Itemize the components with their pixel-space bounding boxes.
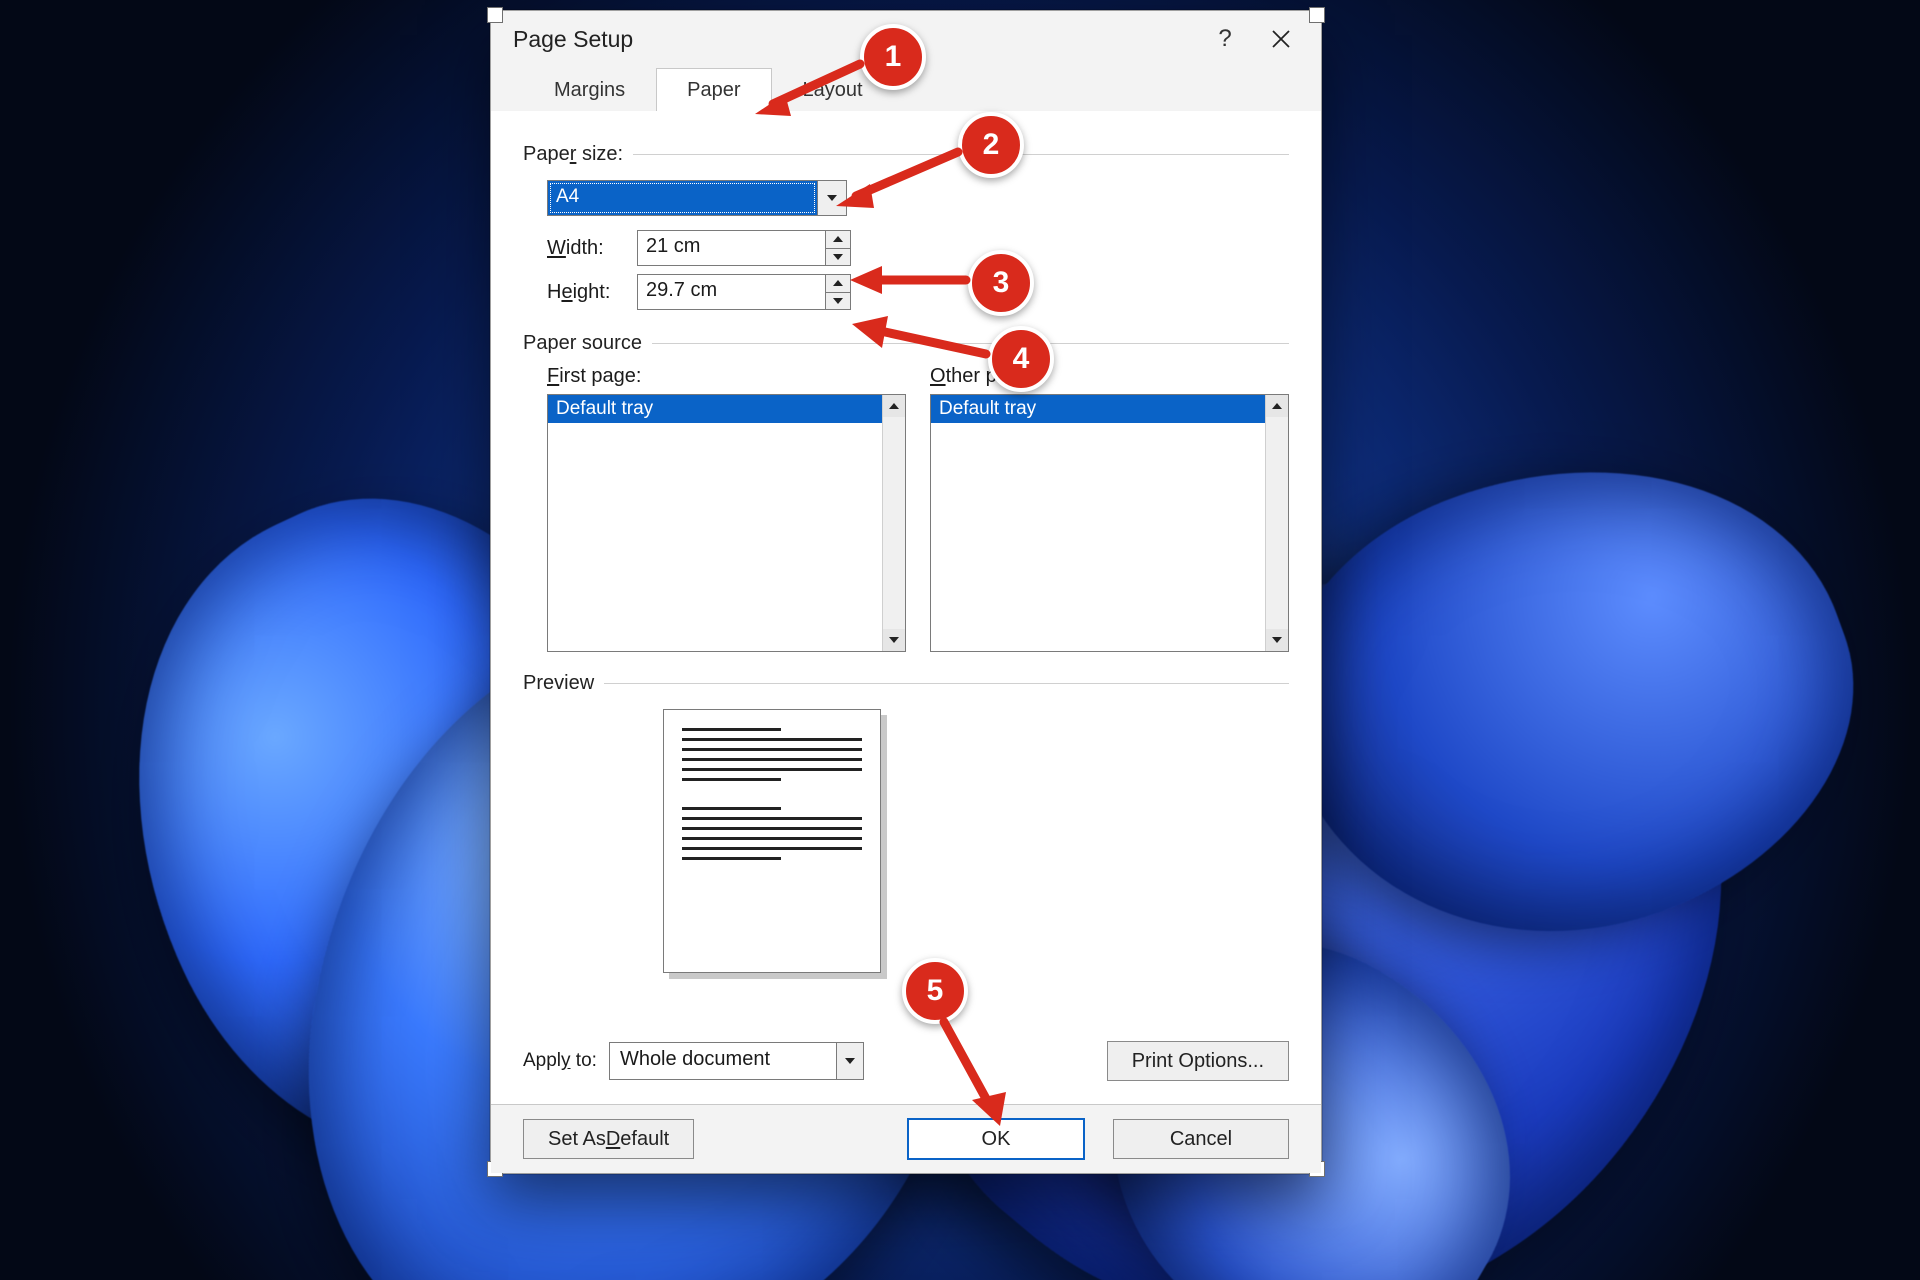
caret-up-icon: [833, 280, 843, 286]
caret-down-icon: [833, 254, 843, 260]
scroll-up-icon: [1272, 403, 1282, 409]
set-as-default-button[interactable]: Set As Default: [523, 1119, 694, 1159]
close-icon: [1272, 30, 1290, 48]
width-spinner[interactable]: 21 cm: [637, 230, 851, 266]
scroll-down-icon: [889, 637, 899, 643]
other-pages-label: Other pages:: [930, 365, 1289, 388]
apply-to-value: Whole document: [610, 1043, 836, 1079]
dialog-body: Paper size: A4 Width: 21 cm Height:: [491, 111, 1321, 1173]
first-page-scrollbar[interactable]: [882, 395, 905, 651]
other-pages-item-selected[interactable]: Default tray: [931, 395, 1288, 423]
dialog-titlebar: Page Setup ?: [491, 11, 1321, 67]
scroll-up-icon: [889, 403, 899, 409]
paper-size-combo[interactable]: A4: [547, 180, 847, 216]
width-value[interactable]: 21 cm: [638, 231, 825, 265]
cancel-button[interactable]: Cancel: [1113, 1119, 1289, 1159]
paper-size-value: A4: [548, 181, 817, 215]
paper-source-label: Paper source: [523, 332, 1289, 355]
dialog-button-bar: Set As Default OK Cancel: [491, 1104, 1321, 1173]
other-pages-listbox[interactable]: Default tray: [930, 394, 1289, 652]
height-decrease-button[interactable]: [826, 293, 850, 310]
paper-size-dropdown-button[interactable]: [817, 181, 846, 215]
close-button[interactable]: [1253, 19, 1309, 59]
apply-to-label: Apply to:: [523, 1050, 597, 1072]
first-page-label: First page:: [547, 365, 906, 388]
help-button[interactable]: ?: [1197, 19, 1253, 59]
other-pages-scrollbar[interactable]: [1265, 395, 1288, 651]
first-page-listbox[interactable]: Default tray: [547, 394, 906, 652]
height-spinner[interactable]: 29.7 cm: [637, 274, 851, 310]
apply-to-dropdown-button[interactable]: [836, 1043, 863, 1079]
width-decrease-button[interactable]: [826, 249, 850, 266]
preview-label: Preview: [523, 672, 1289, 695]
width-increase-button[interactable]: [826, 231, 850, 249]
height-row: Height: 29.7 cm: [547, 274, 1289, 310]
ok-button[interactable]: OK: [907, 1118, 1085, 1160]
first-page-item-selected[interactable]: Default tray: [548, 395, 905, 423]
caret-down-icon: [833, 298, 843, 304]
height-value[interactable]: 29.7 cm: [638, 275, 825, 309]
preview-thumbnail: [663, 709, 881, 973]
dialog-title: Page Setup: [513, 26, 1197, 53]
chevron-down-icon: [845, 1058, 855, 1064]
tab-strip: Margins Paper Layout: [491, 67, 1321, 112]
paper-size-label: Paper size:: [523, 143, 1289, 166]
chevron-down-icon: [827, 195, 837, 201]
print-options-button[interactable]: Print Options...: [1107, 1041, 1289, 1081]
apply-to-select[interactable]: Whole document: [609, 1042, 864, 1080]
height-increase-button[interactable]: [826, 275, 850, 293]
caret-up-icon: [833, 236, 843, 242]
width-row: Width: 21 cm: [547, 230, 1289, 266]
page-setup-dialog: Page Setup ? Margins Paper Layout Paper …: [490, 10, 1322, 1174]
scroll-down-icon: [1272, 637, 1282, 643]
